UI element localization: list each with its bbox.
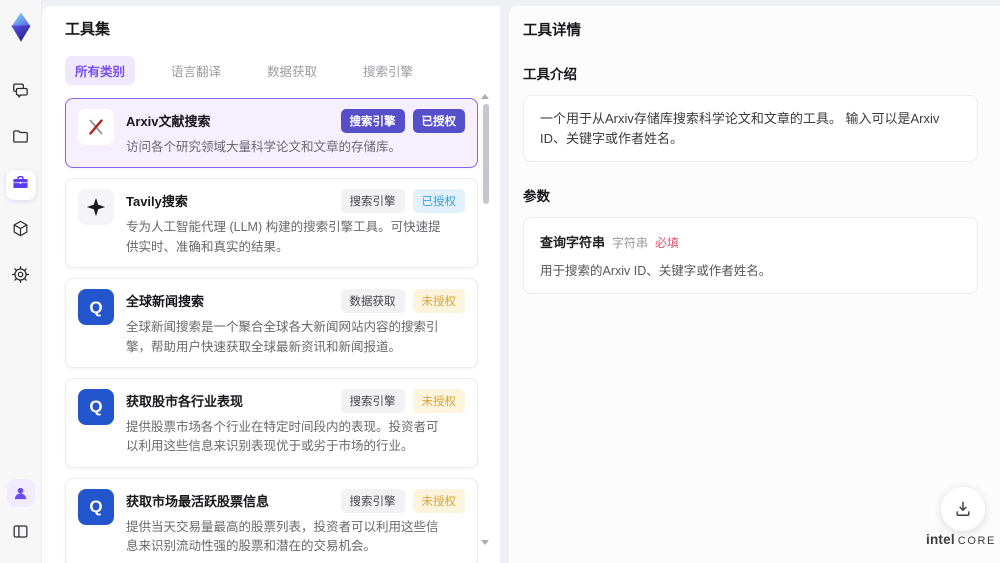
category-badge: 数据获取 — [340, 289, 405, 314]
tool-card[interactable]: Q Arxiv文献搜索 搜索引擎 已授权 访问各个研究领域大量科学论文和文章的存… — [65, 98, 478, 169]
tool-list: Q Arxiv文献搜索 搜索引擎 已授权 访问各个研究领域大量科学论文和文章的存… — [65, 98, 478, 563]
params-heading: 参数 — [523, 189, 550, 204]
tool-name: Arxiv文献搜索 — [126, 114, 211, 129]
tool-description: 专为人工智能代理 (LLM) 构建的搜索引擎工具。可快速提供实时、准确和真实的结… — [126, 220, 441, 254]
tool-description: 提供股票市场各个行业在特定时间段内的表现。投资者可以利用这些信息来识别表现优于或… — [126, 419, 439, 454]
tool-card[interactable]: Q Tavily搜索 搜索引擎 已授权 专为人工智能代理 (LLM) 构建的搜索… — [65, 178, 478, 269]
detail-title: 工具详情 — [523, 23, 581, 39]
gear-icon — [11, 265, 30, 289]
tool-description: 提供当天交易量最高的股票列表，投资者可以利用这些信息来识别流动性强的股票和潜在的… — [126, 519, 439, 553]
folder-icon — [11, 127, 30, 151]
category-badge: 搜索引擎 — [340, 189, 405, 214]
auth-badge: 已授权 — [412, 189, 465, 214]
category-badge: 搜索引擎 — [340, 388, 405, 413]
tool-description: 全球新闻搜索是一个聚合全球各大新闻网站内容的搜索引擎，帮助用户快速获取全球最新资… — [126, 320, 439, 354]
param-type: 字符串 — [612, 236, 649, 250]
tool-name: 全球新闻搜索 — [126, 294, 205, 310]
sidebar-item-chat[interactable] — [6, 78, 36, 108]
collapse-panel-button[interactable] — [6, 519, 36, 549]
tool-description: 访问各个研究领域大量科学论文和文章的存储库。 — [126, 140, 402, 154]
tool-card[interactable]: Q 全球新闻搜索 数据获取 未授权 全球新闻搜索是一个聚合全球各大新闻网站内容的… — [65, 278, 478, 368]
download-icon — [956, 501, 970, 516]
sidebar-item-packages[interactable] — [6, 216, 36, 246]
q-icon: Q — [78, 388, 114, 425]
panel-toggle-icon — [11, 522, 30, 546]
sidebar-item-tools[interactable] — [5, 170, 36, 200]
page-title: 工具集 — [65, 21, 111, 38]
parameter-item: 查询字符串 字符串 必填 用于搜索的Arxiv ID、关键字或作者姓名。 — [523, 217, 978, 294]
intel-core-logo: intel CORE — [926, 532, 996, 547]
category-tabs: 所有类别 语言翻译 数据获取 搜索引擎 — [65, 56, 478, 85]
auth-badge: 未授权 — [412, 488, 465, 513]
tab-data-retrieval[interactable]: 数据获取 — [257, 56, 327, 85]
tool-detail-panel: 工具详情 工具介绍 一个用于从Arxiv存储库搜索科学论文和文章的工具。 输入可… — [508, 6, 1000, 563]
tool-card[interactable]: Q 获取市场最活跃股票信息 搜索引擎 未授权 提供当天交易量最高的股票列表，投资… — [65, 477, 478, 563]
param-name: 查询字符串 — [540, 235, 606, 250]
sidebar-item-files[interactable] — [6, 124, 36, 154]
tool-name: 获取市场最活跃股票信息 — [126, 493, 270, 509]
param-required-badge: 必填 — [655, 236, 680, 250]
category-badge: 搜索引擎 — [340, 488, 405, 513]
tab-language-translation[interactable]: 语言翻译 — [161, 56, 231, 85]
tab-search-engine[interactable]: 搜索引擎 — [353, 56, 423, 85]
left-icon-rail — [0, 0, 42, 563]
sidebar-item-settings[interactable] — [6, 262, 36, 292]
tool-card[interactable]: Q 获取股市各行业表现 搜索引擎 未授权 提供股票市场各个行业在特定时间段内的表… — [65, 377, 478, 468]
param-description: 用于搜索的Arxiv ID、关键字或作者姓名。 — [540, 264, 772, 278]
scrollbar-down-icon[interactable] — [481, 540, 489, 545]
scrollbar-thumb[interactable] — [483, 104, 489, 204]
tab-all-categories[interactable]: 所有类别 — [65, 56, 136, 85]
scrollbar-up-icon[interactable] — [481, 94, 489, 99]
briefcase-icon — [11, 173, 30, 197]
tool-name: 获取股市各行业表现 — [126, 393, 244, 409]
auth-badge: 已授权 — [412, 109, 465, 133]
q-icon: Q — [78, 289, 114, 326]
tool-name: Tavily搜索 — [126, 194, 188, 210]
user-icon — [14, 487, 27, 499]
arxiv-icon: Q — [78, 109, 114, 145]
intro-heading: 工具介绍 — [523, 67, 577, 82]
cube-icon — [11, 219, 30, 243]
auth-badge: 未授权 — [412, 289, 465, 314]
tool-list-panel: 工具集 所有类别 语言翻译 数据获取 搜索引擎 Q Arx — [42, 6, 500, 563]
tavily-icon: Q — [78, 189, 114, 226]
app-logo-icon — [8, 12, 34, 42]
download-button[interactable] — [941, 487, 985, 531]
auth-badge: 未授权 — [412, 388, 465, 413]
chat-icon — [11, 81, 30, 105]
user-avatar[interactable] — [6, 479, 35, 507]
category-badge: 搜索引擎 — [340, 109, 405, 133]
q-icon: Q — [78, 488, 114, 525]
tool-intro-text: 一个用于从Arxiv存储库搜索科学论文和文章的工具。 输入可以是Arxiv ID… — [523, 95, 978, 162]
